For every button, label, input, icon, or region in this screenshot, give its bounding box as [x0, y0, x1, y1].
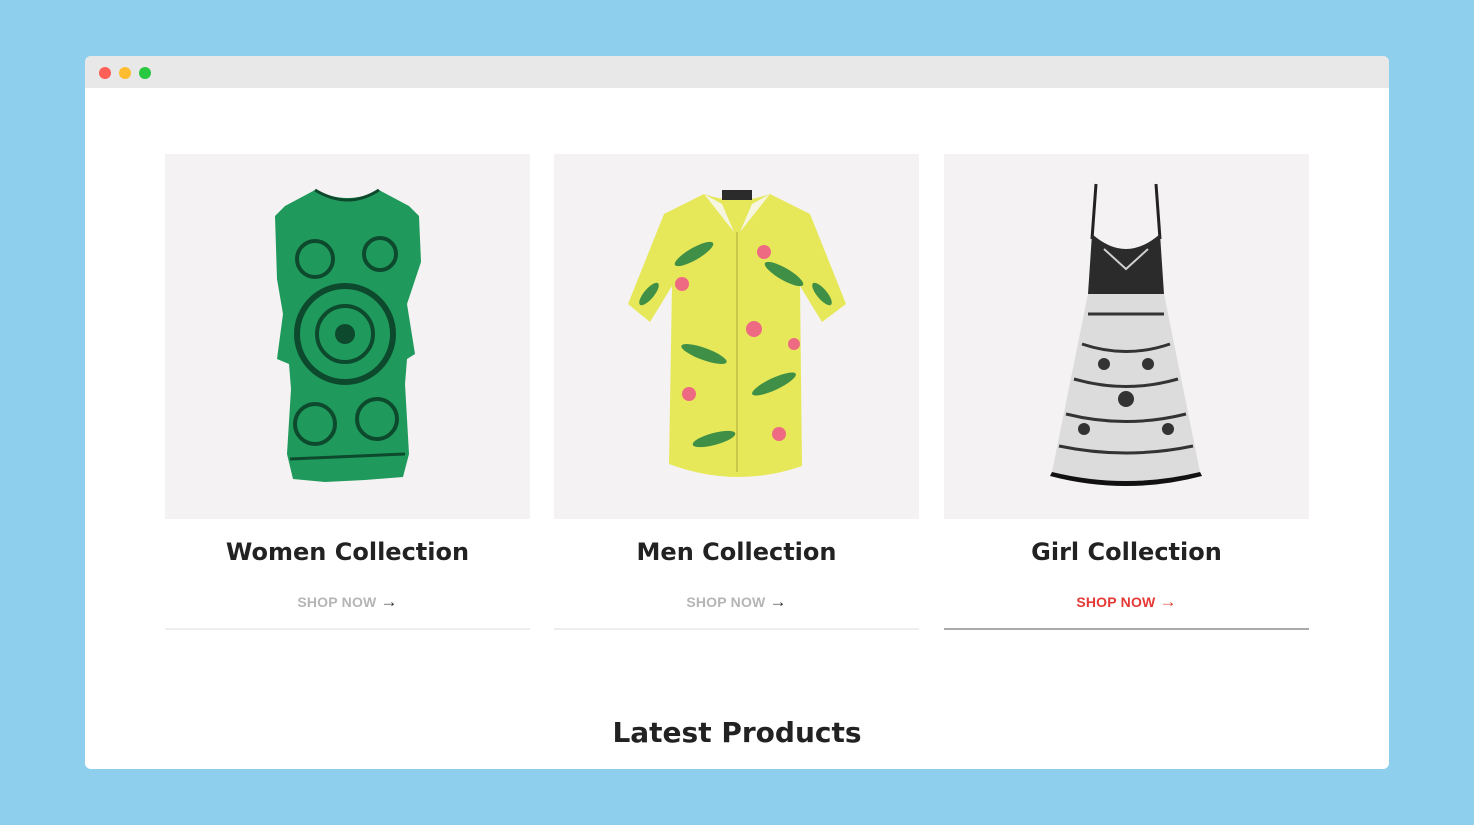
card-underline — [944, 628, 1309, 630]
shop-now-label[interactable]: SHOP NOW — [1076, 594, 1155, 610]
collection-title[interactable]: Men Collection — [554, 538, 919, 566]
shop-now-link[interactable]: SHOP NOW → — [944, 592, 1309, 612]
collection-card-women[interactable]: Women Collection SHOP NOW → — [165, 154, 530, 630]
collection-card-girl[interactable]: Girl Collection SHOP NOW → — [944, 154, 1309, 630]
close-window-button[interactable] — [99, 67, 111, 79]
latest-products-heading: Latest Products — [612, 716, 862, 749]
maximize-window-button[interactable] — [139, 67, 151, 79]
arrow-right-icon: → — [1159, 592, 1177, 611]
collection-title[interactable]: Girl Collection — [944, 538, 1309, 566]
shop-now-label[interactable]: SHOP NOW — [297, 594, 376, 610]
shop-now-link[interactable]: SHOP NOW → — [165, 592, 530, 612]
collections-grid: Women Collection SHOP NOW → Men Collecti… — [165, 154, 1309, 634]
shop-now-link[interactable]: SHOP NOW → — [554, 592, 919, 612]
collection-card-men[interactable]: Men Collection SHOP NOW → — [554, 154, 919, 630]
arrow-right-icon: → — [380, 592, 398, 611]
men-shirt-image[interactable] — [554, 154, 919, 519]
browser-window: Women Collection SHOP NOW → Men Collecti… — [85, 56, 1389, 769]
window-titlebar — [85, 56, 1389, 88]
girl-dress-image[interactable] — [944, 154, 1309, 519]
shop-now-label[interactable]: SHOP NOW — [686, 594, 765, 610]
women-dress-image[interactable] — [165, 154, 530, 519]
arrow-right-icon: → — [769, 592, 787, 611]
minimize-window-button[interactable] — [119, 67, 131, 79]
card-underline — [165, 628, 530, 630]
collection-title[interactable]: Women Collection — [165, 538, 530, 566]
card-underline — [554, 628, 919, 630]
